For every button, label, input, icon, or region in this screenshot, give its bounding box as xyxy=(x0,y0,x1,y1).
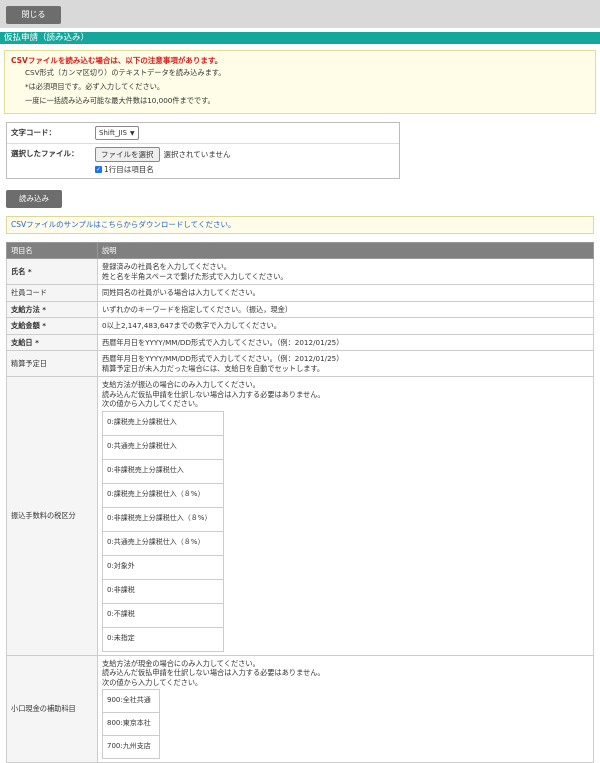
description-line: 西暦年月日をYYYY/MM/DD形式で入力してください。（例：2012/01/2… xyxy=(102,337,344,347)
option-value: 700:九州支店 xyxy=(102,735,160,759)
option-value: 0:未指定 xyxy=(102,626,224,652)
field-name: 氏名 * xyxy=(6,258,98,285)
chevron-down-icon: ▼ xyxy=(129,130,135,137)
encoding-row: 文字コード： Shift_JIS ▼ xyxy=(7,123,399,143)
description-line: 西暦年月日をYYYY/MM/DD形式で入力してください。（例：2012/01/2… xyxy=(102,354,344,363)
file-label: 選択したファイル： xyxy=(11,149,79,158)
option-value: 0:課税売上分課税仕入 xyxy=(102,410,224,436)
field-description: いずれかのキーワードを指定してください。（振込，現金） xyxy=(97,300,594,318)
header-row-checkbox-label: 1行目は項目名 xyxy=(104,165,154,174)
option-value: 0:非課税 xyxy=(102,578,224,604)
table-row: 氏名 * 登録済みの社員名を入力してください。 姓と名を半角スペースで繋げた形式… xyxy=(6,258,594,285)
table-row: 振込手数料の税区分 支給方法が振込の場合にのみ入力してください。 読み込んだ仮払… xyxy=(6,376,594,656)
table-row: 支給方法 * いずれかのキーワードを指定してください。（振込，現金） xyxy=(6,300,594,318)
load-button[interactable]: 読み込み xyxy=(6,190,62,208)
file-row: 選択したファイル： ファイルを選択 選択されていません ✓ 1行目は項目名 xyxy=(7,143,399,178)
field-description: 支給方法が振込の場合にのみ入力してください。 読み込んだ仮払申請を仕訳しない場合… xyxy=(97,376,594,656)
field-name: 支給日 * xyxy=(6,333,98,351)
field-description: 同姓同名の社員がいる場合は入力してください。 xyxy=(97,284,594,302)
file-status: 選択されていません xyxy=(163,150,231,159)
option-value: 0:非課税売上分課税仕入 xyxy=(102,458,224,484)
notice-line: 一度に一括読み込み可能な最大件数は10,000件までです。 xyxy=(25,96,215,105)
option-value: 0:非課税売上分課税仕入（８%） xyxy=(102,506,224,532)
field-description: 登録済みの社員名を入力してください。 姓と名を半角スペースで繋げた形式で入力して… xyxy=(97,258,594,285)
description-line: 読み込んだ仮払申請を仕訳しない場合は入力する必要はありません。 xyxy=(102,389,325,399)
description-line: 精算予定日が未入力だった場合には、支給日を自動でセットします。 xyxy=(102,363,325,373)
description-line: 読み込んだ仮払申請を仕訳しない場合は入力する必要はありません。 xyxy=(102,668,325,677)
description-line: 0以上2,147,483,647までの数字で入力してください。 xyxy=(102,321,281,330)
notice-warning: CSVファイルを読み込む場合は、以下の注意事項があります。 xyxy=(11,56,223,65)
column-header: 項目名 xyxy=(6,242,98,259)
table-row: 社員コード 同姓同名の社員がいる場合は入力してください。 xyxy=(6,284,594,302)
notice-line: CSV形式（カンマ区切り）のテキストデータを読み込みます。 xyxy=(25,68,226,77)
field-spec-table: 項目名 説明 氏名 * 登録済みの社員名を入力してください。 姓と名を半角スペー… xyxy=(6,242,594,763)
column-header: 説明 xyxy=(97,242,594,259)
notice-line: *は必須項目です。必ず入力してください。 xyxy=(25,82,165,91)
header-row-checkbox-row: ✓ 1行目は項目名 xyxy=(95,164,231,175)
field-description: 支給方法が現金の場合にのみ入力してください。 読み込んだ仮払申請を仕訳しない場合… xyxy=(97,654,594,763)
table-header-row: 項目名 説明 xyxy=(6,242,594,259)
encoding-label: 文字コード： xyxy=(11,128,56,137)
header-row-checkbox[interactable]: ✓ xyxy=(95,166,102,173)
petty-cash-sub-account-options: 900:全社共通 800:東京本社 700:九州支店 xyxy=(102,689,160,759)
field-name: 小口現金の補助科目 xyxy=(6,654,98,763)
table-row: 精算予定日 西暦年月日をYYYY/MM/DD形式で入力してください。（例：201… xyxy=(6,350,594,377)
field-description: 西暦年月日をYYYY/MM/DD形式で入力してください。（例：2012/01/2… xyxy=(97,333,594,351)
option-value: 0:不課税 xyxy=(102,602,224,628)
description-line: 姓と名を半角スペースで繋げた形式で入力してください。 xyxy=(102,271,288,281)
field-name: 振込手数料の税区分 xyxy=(6,376,98,656)
field-name: 精算予定日 xyxy=(6,350,98,377)
encoding-value: Shift_JIS xyxy=(99,129,127,137)
description-line: 支給方法が振込の場合にのみ入力してください。 xyxy=(102,380,260,389)
field-name: 支給方法 * xyxy=(6,300,98,318)
field-name: 支給金額 * xyxy=(6,317,98,335)
choose-file-button[interactable]: ファイルを選択 xyxy=(95,147,160,162)
description-line: いずれかのキーワードを指定してください。（振込，現金） xyxy=(102,304,293,314)
option-value: 800:東京本社 xyxy=(102,712,160,736)
close-button[interactable]: 閉じる xyxy=(6,6,61,24)
table-row: 小口現金の補助科目 支給方法が現金の場合にのみ入力してください。 読み込んだ仮払… xyxy=(6,654,594,763)
top-toolbar: 閉じる xyxy=(0,0,600,28)
page-title: 仮払申請（読み込み） xyxy=(0,32,600,44)
option-value: 0:共通売上分課税仕入 xyxy=(102,434,224,460)
table-row: 支給日 * 西暦年月日をYYYY/MM/DD形式で入力してください。（例：201… xyxy=(6,333,594,351)
option-value: 0:課税売上分課税仕入（８%） xyxy=(102,482,224,508)
description-line: 登録済みの社員名を入力してください。 xyxy=(102,262,231,271)
description-line: 次の値から入力してください。 xyxy=(102,677,203,687)
table-row: 支給金額 * 0以上2,147,483,647までの数字で入力してください。 xyxy=(6,317,594,335)
field-name: 社員コード xyxy=(6,284,98,302)
field-description: 0以上2,147,483,647までの数字で入力してください。 xyxy=(97,317,594,335)
encoding-select[interactable]: Shift_JIS ▼ xyxy=(95,126,139,140)
option-value: 0:対象外 xyxy=(102,554,224,580)
description-line: 次の値から入力してください。 xyxy=(102,399,203,408)
sample-download-link[interactable]: CSVファイルのサンプルはこちらからダウンロードしてください。 xyxy=(6,216,594,234)
option-value: 0:共通売上分課税仕入（８%） xyxy=(102,530,224,556)
notice-box: CSVファイルを読み込む場合は、以下の注意事項があります。 CSV形式（カンマ区… xyxy=(4,50,596,114)
import-form: 文字コード： Shift_JIS ▼ 選択したファイル： ファイルを選択 選択されて… xyxy=(6,122,400,179)
description-line: 支給方法が現金の場合にのみ入力してください。 xyxy=(102,658,260,668)
option-value: 900:全社共通 xyxy=(102,689,160,713)
tax-category-options: 0:課税売上分課税仕入 0:共通売上分課税仕入 0:非課税売上分課税仕入 0:課… xyxy=(102,410,224,652)
field-description: 西暦年月日をYYYY/MM/DD形式で入力してください。（例：2012/01/2… xyxy=(97,350,594,377)
description-line: 同姓同名の社員がいる場合は入力してください。 xyxy=(102,288,260,297)
